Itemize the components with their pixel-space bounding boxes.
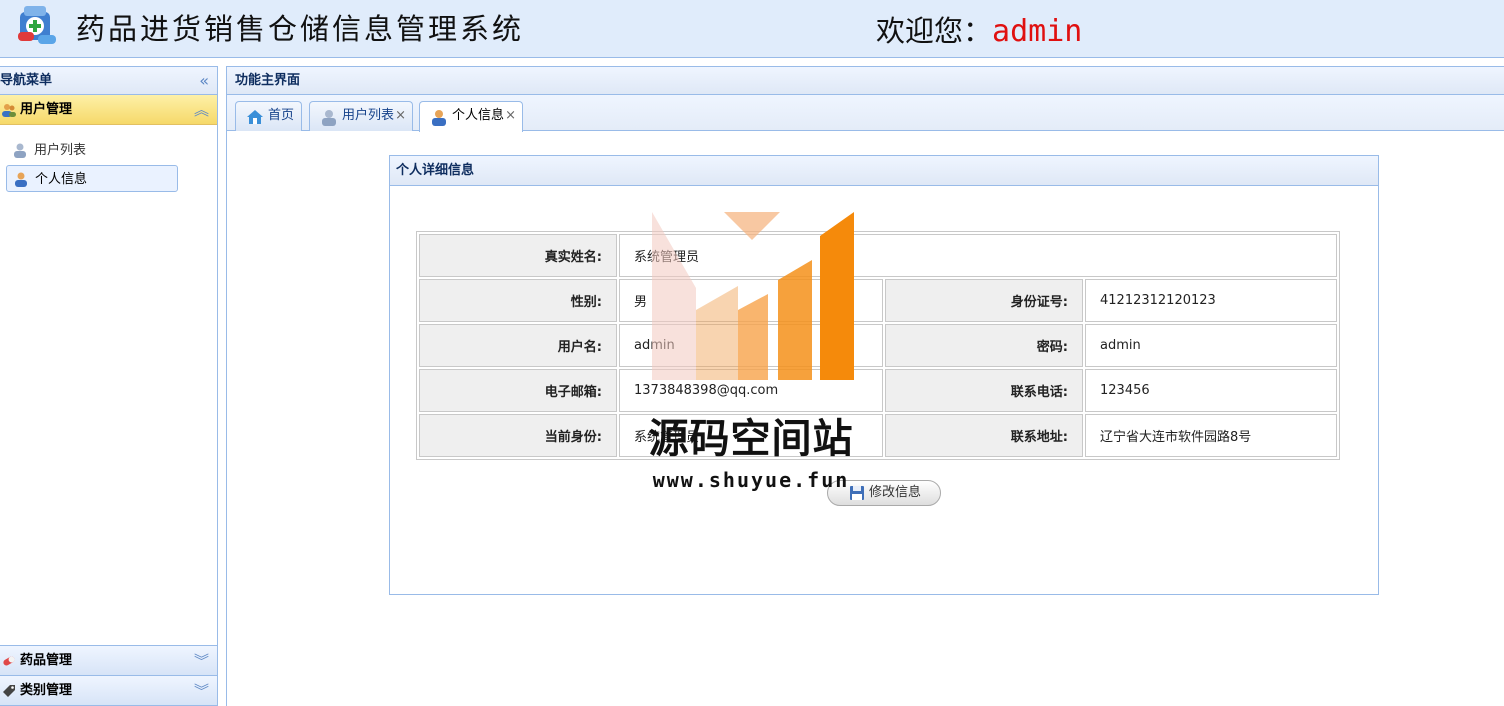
real-name-label: 真实姓名: xyxy=(419,234,617,277)
section-drug-management[interactable]: 药品管理 ︾ xyxy=(0,645,217,675)
user-list-icon xyxy=(322,110,336,126)
table-row: 性别: 男 身份证号: 41212312120123 xyxy=(419,279,1337,322)
section-user-management[interactable]: 用户管理 ︽ xyxy=(0,95,217,125)
menu-item-profile[interactable]: 个人信息 xyxy=(6,165,178,192)
user-list-icon xyxy=(14,143,26,158)
real-name-value: 系统管理员 xyxy=(619,234,1337,277)
chevron-up-icon[interactable]: ︽ xyxy=(194,95,209,125)
profile-table: 真实姓名: 系统管理员 性别: 男 身份证号: 41212312120123 用… xyxy=(416,231,1340,460)
pill-icon xyxy=(3,656,15,666)
password-value: admin xyxy=(1085,324,1337,367)
chevron-down-icon[interactable]: ︾ xyxy=(194,676,209,706)
tab-label: 个人信息 xyxy=(452,108,505,123)
menu-item-label: 用户列表 xyxy=(34,143,87,158)
app-header: 药品进货销售仓储信息管理系统 欢迎您：admin xyxy=(0,0,1504,58)
role-label: 当前身份: xyxy=(419,414,617,457)
tag-icon xyxy=(3,685,15,697)
welcome-prefix: 欢迎您： xyxy=(876,14,993,48)
person-icon xyxy=(15,172,27,187)
navigation-panel: 导航菜单 « 用户管理 ︽ 用户列表 个人信息 药品管理 ︾ 类别管理 ︾ xyxy=(0,66,218,706)
person-icon xyxy=(432,110,446,126)
tab-profile[interactable]: 个人信息 × xyxy=(419,101,523,132)
username-value: admin xyxy=(619,324,883,367)
chevron-down-icon[interactable]: ︾ xyxy=(194,646,209,676)
main-area: 功能主界面 首页 用户列表 × 个人信息 × 个人详细信息 真实姓名: 系统管理… xyxy=(226,66,1504,706)
phone-label: 联系电话: xyxy=(885,369,1083,412)
section-category-management[interactable]: 类别管理 ︾ xyxy=(0,675,217,705)
pharmacy-logo-icon xyxy=(18,6,56,44)
panel-title: 个人详细信息 xyxy=(390,156,1378,186)
menu-item-user-list[interactable]: 用户列表 xyxy=(6,137,178,164)
section-label: 用户管理 xyxy=(20,102,73,117)
gender-value: 男 xyxy=(619,279,883,322)
welcome-text: 欢迎您：admin xyxy=(876,8,1082,50)
menu-item-label: 个人信息 xyxy=(35,172,88,187)
nav-title: 导航菜单 xyxy=(0,73,53,88)
home-icon xyxy=(247,110,263,124)
users-icon xyxy=(2,104,16,117)
tab-label: 首页 xyxy=(268,108,295,123)
collapse-left-icon[interactable]: « xyxy=(199,67,209,95)
tab-user-list[interactable]: 用户列表 × xyxy=(309,101,413,131)
tab-bar: 首页 用户列表 × 个人信息 × xyxy=(227,95,1504,132)
role-value: 系统管理员 xyxy=(619,414,883,457)
table-row: 用户名: admin 密码: admin xyxy=(419,324,1337,367)
address-label: 联系地址: xyxy=(885,414,1083,457)
address-value: 辽宁省大连市软件园路8号 xyxy=(1085,414,1337,457)
nav-header: 导航菜单 « xyxy=(0,67,217,95)
app-title: 药品进货销售仓储信息管理系统 xyxy=(76,12,525,46)
id-number-value: 41212312120123 xyxy=(1085,279,1337,322)
current-username: admin xyxy=(992,14,1083,49)
profile-panel: 个人详细信息 真实姓名: 系统管理员 性别: 男 身份证号: 412123121… xyxy=(389,155,1379,595)
table-row: 当前身份: 系统管理员 联系地址: 辽宁省大连市软件园路8号 xyxy=(419,414,1337,457)
table-row: 真实姓名: 系统管理员 xyxy=(419,234,1337,277)
email-value: 1373848398@qq.com xyxy=(619,369,883,412)
tab-home[interactable]: 首页 xyxy=(235,101,302,131)
password-label: 密码: xyxy=(885,324,1083,367)
main-title: 功能主界面 xyxy=(227,67,1504,95)
section-label: 类别管理 xyxy=(20,683,73,698)
username-label: 用户名: xyxy=(419,324,617,367)
edit-button-label: 修改信息 xyxy=(869,485,922,500)
table-row: 电子邮箱: 1373848398@qq.com 联系电话: 123456 xyxy=(419,369,1337,412)
edit-info-button[interactable]: 修改信息 xyxy=(827,480,941,506)
tab-label: 用户列表 xyxy=(342,108,395,123)
email-label: 电子邮箱: xyxy=(419,369,617,412)
id-number-label: 身份证号: xyxy=(885,279,1083,322)
close-icon[interactable]: × xyxy=(395,102,406,130)
close-icon[interactable]: × xyxy=(505,102,516,130)
section-label: 药品管理 xyxy=(20,653,73,668)
collapsed-sections: 药品管理 ︾ 类别管理 ︾ xyxy=(0,645,217,705)
gender-label: 性别: xyxy=(419,279,617,322)
save-icon xyxy=(850,486,864,500)
user-management-menu: 用户列表 个人信息 xyxy=(0,125,217,192)
phone-value: 123456 xyxy=(1085,369,1337,412)
